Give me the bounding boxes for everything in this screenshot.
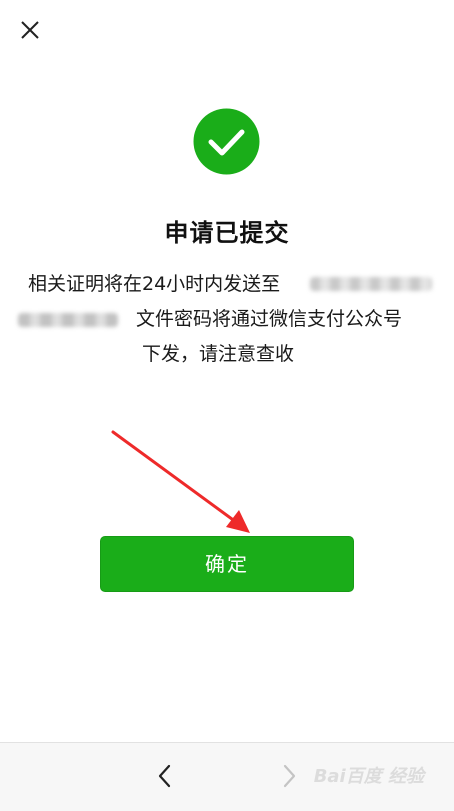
message-line-3: 下发，请注意查收 — [0, 337, 454, 372]
watermark: Bai百度 经验 — [313, 766, 424, 787]
redacted-email-part-2 — [18, 313, 118, 327]
message-line-2: 文件密码将通过微信支付公众号 — [0, 302, 454, 337]
confirm-button[interactable]: 确定 — [100, 536, 354, 592]
page: 申请已提交 相关证明将在24小时内发送至 文件密码将通过微信支付公众号 下发，请… — [0, 0, 454, 811]
close-icon — [21, 21, 39, 39]
forward-button[interactable] — [274, 761, 304, 791]
chevron-right-icon — [283, 764, 296, 788]
check-circle-icon — [193, 108, 260, 175]
back-button[interactable] — [150, 761, 180, 791]
message-line-1: 相关证明将在24小时内发送至 — [0, 267, 454, 302]
message-line-1-text: 相关证明将在24小时内发送至 — [28, 273, 281, 295]
chevron-left-icon — [158, 764, 171, 788]
status-title: 申请已提交 — [164, 219, 290, 247]
redacted-email-part-1 — [310, 277, 432, 291]
success-badge — [193, 108, 260, 175]
close-button[interactable] — [14, 14, 46, 46]
message-line-3-text: 下发，请注意查收 — [142, 343, 295, 365]
message-line-2-text: 文件密码将通过微信支付公众号 — [136, 308, 403, 330]
